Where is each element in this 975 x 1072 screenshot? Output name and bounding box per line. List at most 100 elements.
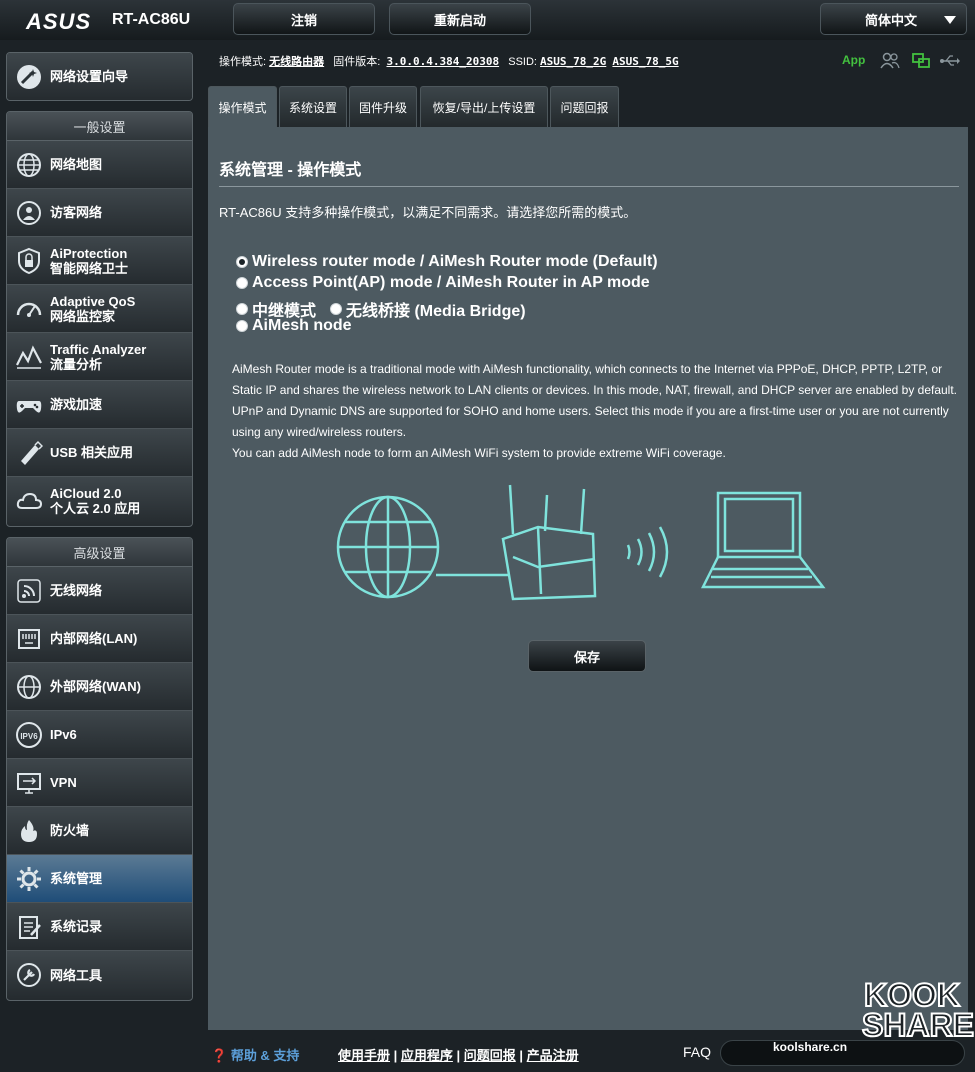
- general-menu-item[interactable]: AiCloud 2.0 个人云 2.0 应用: [7, 477, 192, 525]
- mode-option-ap[interactable]: Access Point(AP) mode / AiMesh Router in…: [236, 274, 650, 292]
- asus-logo: ASUS: [26, 9, 92, 34]
- mode-radio-router[interactable]: [236, 256, 248, 268]
- mode-explanation: AiMesh Router mode is a traditional mode…: [232, 359, 958, 464]
- gamepad-icon: [13, 389, 45, 421]
- status-line: 操作模式: 无线路由器 固件版本: 3.0.0.4.384_20308 SSID…: [219, 53, 679, 69]
- clients-icon[interactable]: [880, 52, 900, 75]
- shield-lock-icon: [13, 245, 45, 277]
- menu-item-label: Adaptive QoS 网络监控家: [50, 293, 136, 324]
- language-select[interactable]: 简体中文: [820, 3, 967, 35]
- tab-system-settings[interactable]: 系统设置: [279, 86, 347, 127]
- internet-globe-icon: [336, 495, 440, 599]
- usb-icon[interactable]: [939, 52, 961, 75]
- globe-map-icon: [13, 149, 45, 181]
- general-menu-item[interactable]: 网络地图: [7, 141, 192, 189]
- general-menu-item[interactable]: 游戏加速: [7, 381, 192, 429]
- firmware-link[interactable]: 3.0.0.4.384_20308: [386, 55, 499, 68]
- logout-button[interactable]: 注销: [233, 3, 375, 35]
- advanced-menu-item[interactable]: 防火墙: [7, 807, 192, 855]
- menu-item-label: 外部网络(WAN): [50, 679, 141, 694]
- laptop-icon: [700, 491, 826, 589]
- menu-item-label: 无线网络: [50, 583, 103, 598]
- mode-explanation-aimesh: You can add AiMesh node to form an AiMes…: [232, 446, 726, 460]
- chevron-down-icon: [944, 16, 956, 24]
- reboot-button[interactable]: 重新启动: [389, 3, 531, 35]
- help-label: 帮助 & 支持: [230, 1048, 300, 1063]
- advanced-settings-heading: 高级设置: [7, 538, 192, 567]
- menu-item-label: 网络地图: [50, 157, 103, 172]
- help-support-link[interactable]: ❓ 帮助 & 支持: [211, 1045, 299, 1064]
- menu-item-label: USB 相关应用: [50, 445, 134, 460]
- general-menu-item[interactable]: Adaptive QoS 网络监控家: [7, 285, 192, 333]
- menu-item-label: VPN: [50, 775, 77, 790]
- operation-mode-panel: 系统管理 - 操作模式 RT-AC86U 支持多种操作模式，以满足不同需求。请选…: [208, 127, 968, 1030]
- page-description: RT-AC86U 支持多种操作模式，以满足不同需求。请选择您所需的模式。: [219, 205, 637, 220]
- firewall-flame-icon: [13, 815, 45, 847]
- register-link[interactable]: 产品注册: [527, 1048, 579, 1063]
- menu-item-label: 游戏加速: [50, 397, 103, 412]
- advanced-menu-item[interactable]: 内部网络(LAN): [7, 615, 192, 663]
- title-divider: [219, 186, 959, 187]
- footer-links: 使用手册 | 应用程序 | 问题回报 | 产品注册: [338, 1048, 579, 1063]
- menu-item-label: 内部网络(LAN): [50, 631, 138, 646]
- tab-restore-save[interactable]: 恢复/导出/上传设置: [420, 86, 548, 127]
- ssid-2g-link[interactable]: ASUS_78_2G: [540, 55, 606, 68]
- menu-item-label: 系统记录: [50, 919, 103, 934]
- mode-label-ap: Access Point(AP) mode / AiMesh Router in…: [252, 274, 650, 291]
- router-icon: [501, 484, 597, 601]
- mode-label: 操作模式:: [219, 56, 267, 68]
- menu-item-label: 系统管理: [50, 871, 103, 886]
- mode-option-router[interactable]: Wireless router mode / AiMesh Router mod…: [236, 253, 658, 271]
- advanced-menu-item[interactable]: 系统记录: [7, 903, 192, 951]
- advanced-menu-item[interactable]: 系统管理: [7, 855, 192, 903]
- tab-firmware-upgrade[interactable]: 固件升级: [349, 86, 417, 127]
- language-value: 简体中文: [865, 12, 918, 28]
- save-button[interactable]: 保存: [528, 640, 646, 672]
- mode-link[interactable]: 无线路由器: [269, 56, 324, 68]
- menu-item-label: IPv6: [50, 727, 77, 742]
- ipv6-icon: IPV6: [13, 719, 45, 751]
- tab-operation-mode[interactable]: 操作模式: [208, 86, 277, 127]
- mode-radio-ap[interactable]: [236, 277, 248, 289]
- advanced-menu-item[interactable]: 网络工具: [7, 951, 192, 999]
- traffic-chart-icon: [13, 341, 45, 373]
- mode-label-router: Wireless router mode / AiMesh Router mod…: [252, 253, 658, 270]
- general-menu-item[interactable]: USB 相关应用: [7, 429, 192, 477]
- advanced-menu-item[interactable]: IPV6 IPv6: [7, 711, 192, 759]
- mode-option-aimesh-node[interactable]: AiMesh node: [236, 317, 352, 335]
- manual-link[interactable]: 使用手册: [338, 1048, 390, 1063]
- general-menu-item[interactable]: Traffic Analyzer 流量分析: [7, 333, 192, 381]
- general-menu-item[interactable]: 访客网络: [7, 189, 192, 237]
- admin-gear-icon: [13, 863, 45, 895]
- cloud-icon: [13, 485, 45, 517]
- firmware-label: 固件版本:: [333, 56, 381, 68]
- mode-radio-media-bridge[interactable]: [330, 303, 343, 315]
- advanced-menu-item[interactable]: 无线网络: [7, 567, 192, 615]
- advanced-settings-menu: 高级设置 无线网络内部网络(LAN) 外部网络(WAN) IPV6 IPv6 VPN 防火…: [6, 537, 193, 1001]
- app-download-link[interactable]: 应用程序: [401, 1048, 453, 1063]
- general-settings-heading: 一般设置: [7, 112, 192, 141]
- general-menu-item[interactable]: AiProtection 智能网络卫士: [7, 237, 192, 285]
- menu-item-label: Traffic Analyzer 流量分析: [50, 341, 147, 372]
- menu-item-label: 防火墙: [50, 823, 90, 838]
- ssid-5g-link[interactable]: ASUS_78_5G: [612, 55, 678, 68]
- watermark-site: koolshare.cn: [773, 1040, 848, 1054]
- quick-setup-wizard[interactable]: 网络设置向导: [6, 52, 193, 101]
- mode-label-aimesh-node: AiMesh node: [252, 317, 352, 334]
- page-title: 系统管理 - 操作模式: [219, 162, 362, 179]
- guest-network-icon: [13, 197, 45, 229]
- app-link[interactable]: App: [842, 53, 865, 67]
- model-name: RT-AC86U: [112, 11, 191, 28]
- mode-radio-aimesh-node[interactable]: [236, 320, 248, 332]
- ssid-label: SSID:: [508, 56, 537, 68]
- network-status-icon[interactable]: [911, 52, 931, 75]
- wan-globe-icon: [13, 671, 45, 703]
- mode-label-media-bridge: 无线桥接 (Media Bridge): [346, 303, 526, 320]
- mode-radio-repeater[interactable]: [236, 303, 248, 315]
- advanced-menu-item[interactable]: 外部网络(WAN): [7, 663, 192, 711]
- tab-feedback[interactable]: 问题回报: [550, 86, 619, 127]
- feedback-link[interactable]: 问题回报: [464, 1048, 516, 1063]
- lan-port-icon: [13, 623, 45, 655]
- advanced-menu-item[interactable]: VPN: [7, 759, 192, 807]
- faq-label: FAQ: [683, 1044, 712, 1060]
